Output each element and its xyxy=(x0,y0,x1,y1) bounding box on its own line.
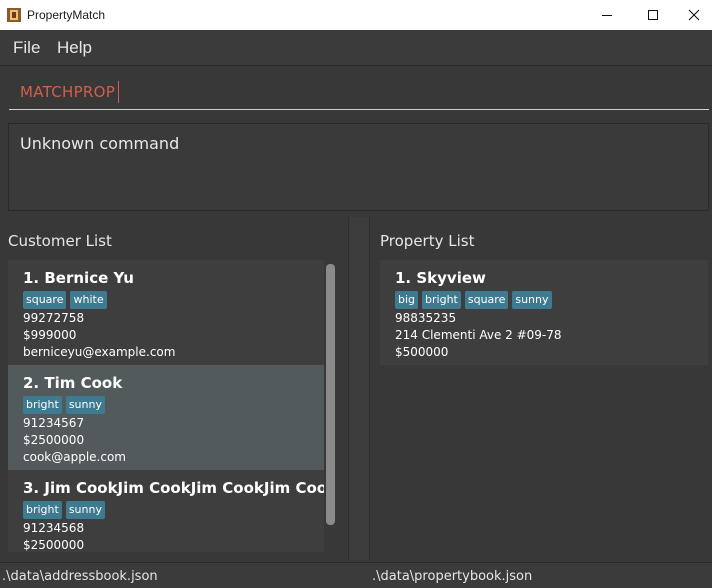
minimize-icon xyxy=(602,15,612,16)
customer-name: 3. Jim CookJim CookJim CookJim Coo... xyxy=(23,479,324,497)
split-pane-divider[interactable] xyxy=(348,217,370,560)
command-input[interactable] xyxy=(9,74,709,110)
house-app-icon xyxy=(7,8,21,22)
menu-bar: File Help xyxy=(0,30,712,66)
tag: big xyxy=(395,291,419,309)
tag: sunny xyxy=(65,501,105,519)
customer-file-path: .\data\addressbook.json xyxy=(2,569,158,584)
customer-phone: 91234568 xyxy=(23,521,85,535)
customer-tags: bright sunny xyxy=(23,501,105,519)
property-price: $500000 xyxy=(395,345,449,359)
customer-tags: square white xyxy=(23,291,107,309)
customer-list-scrollbar[interactable] xyxy=(326,264,335,525)
customer-list-title: Customer List xyxy=(8,232,112,250)
customer-card[interactable]: 1. Bernice Yu square white 99272758 $999… xyxy=(8,260,324,365)
tag: bright xyxy=(23,501,62,519)
property-panel: Property List 1. Skyview big bright squa… xyxy=(370,217,712,560)
maximize-button[interactable] xyxy=(630,0,676,30)
property-card[interactable]: 1. Skyview big bright square sunny 98835… xyxy=(380,260,708,365)
customer-budget: $999000 xyxy=(23,328,77,342)
tag: white xyxy=(70,291,107,309)
customer-name: 1. Bernice Yu xyxy=(23,269,134,287)
tag: bright xyxy=(422,291,461,309)
tag: sunny xyxy=(65,396,105,414)
tag: square xyxy=(23,291,67,309)
title-bar: PropertyMatch xyxy=(0,0,712,30)
customer-phone: 91234567 xyxy=(23,416,85,430)
property-status-bar: .\data\propertybook.json xyxy=(370,562,712,588)
status-divider xyxy=(348,562,370,588)
tag: bright xyxy=(23,396,62,414)
result-display[interactable]: Unknown command xyxy=(8,123,709,211)
customer-card[interactable]: 3. Jim CookJim CookJim CookJim Coo... br… xyxy=(8,470,324,552)
close-icon xyxy=(688,9,700,21)
customer-budget: $2500000 xyxy=(23,538,85,552)
customer-budget: $2500000 xyxy=(23,433,85,447)
customer-tags: bright sunny xyxy=(23,396,105,414)
customer-email: berniceyu@example.com xyxy=(23,345,176,359)
customer-list[interactable]: 1. Bernice Yu square white 99272758 $999… xyxy=(8,260,324,552)
property-name: 1. Skyview xyxy=(395,269,486,287)
tag: square xyxy=(464,291,509,309)
property-tags: big bright square sunny xyxy=(395,291,552,309)
customer-status-bar: .\data\addressbook.json xyxy=(0,562,348,588)
minimize-button[interactable] xyxy=(584,0,630,30)
window-title: PropertyMatch xyxy=(27,8,106,22)
customer-phone: 99272758 xyxy=(23,311,85,325)
menu-help[interactable]: Help xyxy=(57,38,92,58)
customer-email: cook@apple.com xyxy=(23,450,126,464)
property-address: 214 Clementi Ave 2 #09-78 xyxy=(395,328,562,342)
command-box xyxy=(0,66,712,118)
text-caret xyxy=(118,81,119,103)
property-file-path: .\data\propertybook.json xyxy=(372,569,533,584)
menu-file[interactable]: File xyxy=(13,38,40,58)
customer-panel: Customer List 1. Bernice Yu square white… xyxy=(0,217,348,560)
maximize-icon xyxy=(648,10,658,20)
property-list[interactable]: 1. Skyview big bright square sunny 98835… xyxy=(380,260,708,365)
result-message: Unknown command xyxy=(20,134,180,153)
tag: sunny xyxy=(512,291,552,309)
property-list-title: Property List xyxy=(380,232,475,250)
customer-card[interactable]: 2. Tim Cook bright sunny 91234567 $25000… xyxy=(8,365,324,470)
close-button[interactable] xyxy=(676,0,712,30)
customer-name: 2. Tim Cook xyxy=(23,374,123,392)
property-phone: 98835235 xyxy=(395,311,457,325)
